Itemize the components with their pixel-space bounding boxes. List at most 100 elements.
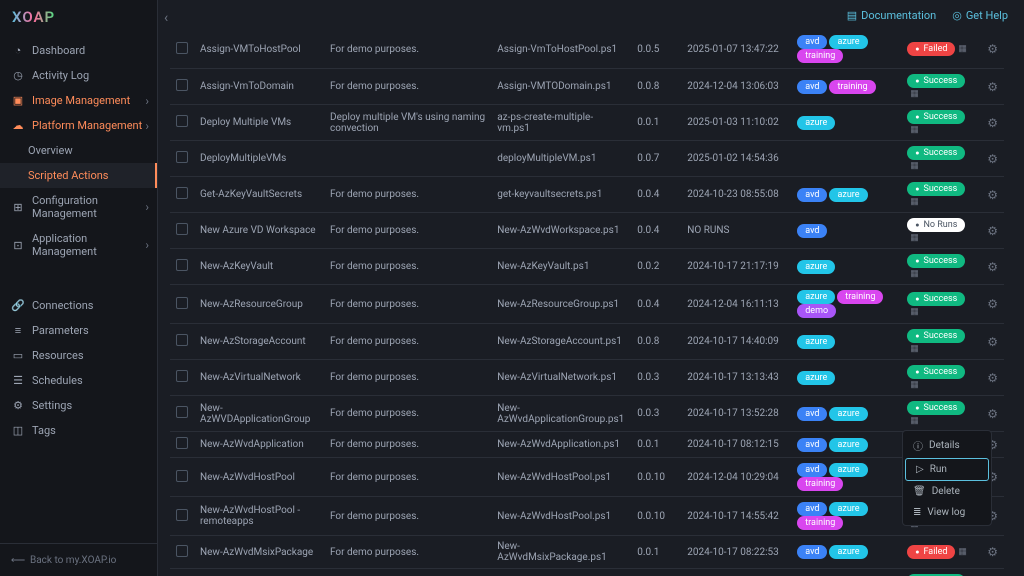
log-icon[interactable]: ▦	[910, 233, 919, 243]
nav-item-parameters[interactable]: ≡Parameters	[0, 318, 157, 343]
log-icon[interactable]: ▦	[910, 125, 919, 135]
nav-item-configuration-management[interactable]: ⊞Configuration Management	[0, 188, 157, 226]
status-cell: Success▦	[901, 141, 981, 177]
ctx-icon: ⓘ	[913, 438, 923, 453]
table-row[interactable]: New-AzResourceGroupFor demo purposes.New…	[170, 285, 1004, 324]
row-checkbox[interactable]	[176, 470, 188, 482]
ctx-run[interactable]: ▷Run	[905, 458, 989, 481]
nav-item-schedules[interactable]: ☰Schedules	[0, 368, 157, 393]
log-icon[interactable]: ▦	[910, 307, 919, 317]
nav-item-settings[interactable]: ⚙Settings	[0, 393, 157, 418]
ctx-delete[interactable]: 🗑Delete	[903, 481, 991, 502]
ctx-details[interactable]: ⓘDetails	[903, 433, 991, 458]
status-badge: Success	[907, 254, 965, 268]
nav-item-platform-management[interactable]: ☁Platform Management	[0, 113, 157, 138]
row-actions-icon[interactable]: ⚙	[987, 42, 998, 56]
tag-azure: azure	[829, 188, 867, 202]
log-icon[interactable]: ▦	[958, 547, 967, 557]
row-actions-icon[interactable]: ⚙	[987, 152, 998, 166]
desc-cell: For demo purposes.	[324, 396, 491, 432]
collapse-sidebar-icon[interactable]: ‹	[164, 10, 168, 26]
row-actions-icon[interactable]: ⚙	[987, 371, 998, 385]
nav-item-tags[interactable]: ◫Tags	[0, 418, 157, 443]
status-badge: Success	[907, 329, 965, 343]
row-checkbox[interactable]	[176, 187, 188, 199]
tag-avd: avd	[797, 80, 827, 94]
log-icon[interactable]: ▦	[910, 197, 919, 207]
version-cell: 0.0.10	[631, 458, 681, 497]
row-checkbox[interactable]	[176, 259, 188, 271]
logo[interactable]: XOAP	[0, 0, 157, 34]
nav-item-application-management[interactable]: ⊡Application Management	[0, 226, 157, 264]
row-actions-icon[interactable]: ⚙	[987, 260, 998, 274]
row-checkbox[interactable]	[176, 42, 188, 54]
row-actions-icon[interactable]: ⚙	[987, 224, 998, 238]
nav-item-image-management[interactable]: ▣Image Management	[0, 88, 157, 113]
table-row[interactable]: Get-AzKeyVaultSecretsFor demo purposes.g…	[170, 177, 1004, 213]
table-row[interactable]: DeployMultipleVMsdeployMultipleVM.ps10.0…	[170, 141, 1004, 177]
log-icon[interactable]: ▦	[910, 89, 919, 99]
nav-item-scripted-actions[interactable]: Scripted Actions	[0, 163, 157, 188]
table-row[interactable]: New Azure VD WorkspaceFor demo purposes.…	[170, 213, 1004, 249]
table-row[interactable]: Deploy Multiple VMsDeploy multiple VM's …	[170, 105, 1004, 141]
tags-cell: avdazuretraining	[791, 458, 901, 497]
tags-cell: azuretrainingdemo	[791, 285, 901, 324]
nav-item-dashboard[interactable]: ◔Dashboard	[0, 38, 157, 63]
version-cell: 0.0.3	[631, 360, 681, 396]
row-actions-icon[interactable]: ⚙	[987, 545, 998, 559]
row-checkbox[interactable]	[176, 406, 188, 418]
row-actions-icon[interactable]: ⚙	[987, 188, 998, 202]
status-badge: Failed	[907, 42, 955, 56]
log-icon[interactable]: ▦	[958, 44, 967, 54]
table-row[interactable]: Assign-VmToDomainFor demo purposes.Assig…	[170, 69, 1004, 105]
ctx-icon: ▷	[916, 464, 924, 475]
table-row[interactable]: New-AzWVDApplicationGroupFor demo purpos…	[170, 396, 1004, 432]
log-icon[interactable]: ▦	[910, 344, 919, 354]
table-row[interactable]: New-AzWvdApplicationFor demo purposes.Ne…	[170, 432, 1004, 458]
documentation-link[interactable]: ▤Documentation	[847, 9, 936, 22]
nav-label: Scripted Actions	[28, 169, 108, 182]
name-cell: New Azure VD Workspace	[194, 213, 324, 249]
row-checkbox[interactable]	[176, 151, 188, 163]
row-checkbox[interactable]	[176, 370, 188, 382]
desc-cell: For demo purposes.	[324, 324, 491, 360]
log-icon[interactable]: ▦	[910, 269, 919, 279]
row-actions-icon[interactable]: ⚙	[987, 116, 998, 130]
table-row[interactable]: New-AzStorageAccountFor demo purposes.Ne…	[170, 324, 1004, 360]
row-actions-icon[interactable]: ⚙	[987, 297, 998, 311]
version-cell: 0.0.8	[631, 69, 681, 105]
log-icon[interactable]: ▦	[910, 380, 919, 390]
lastrun-cell: 2024-10-17 08:22:53	[681, 536, 791, 569]
nav-item-overview[interactable]: Overview	[0, 138, 157, 163]
table-row[interactable]: New-AzWvdRegistrationFor demo purposes.N…	[170, 569, 1004, 576]
nav-icon: ⚙	[12, 399, 24, 411]
table-row[interactable]: New-AzKeyVaultFor demo purposes.New-AzKe…	[170, 249, 1004, 285]
nav-item-activity-log[interactable]: ◷Activity Log	[0, 63, 157, 88]
table-row[interactable]: New-AzWvdHostPool - remoteappsFor demo p…	[170, 497, 1004, 536]
row-checkbox[interactable]	[176, 437, 188, 449]
row-checkbox[interactable]	[176, 115, 188, 127]
log-icon[interactable]: ▦	[910, 416, 919, 426]
version-cell: 0.0.5	[631, 30, 681, 69]
row-checkbox[interactable]	[176, 223, 188, 235]
back-icon: ⟵	[12, 554, 24, 566]
lastrun-cell: 2025-01-03 11:10:02	[681, 105, 791, 141]
log-icon[interactable]: ▦	[910, 161, 919, 171]
table-row[interactable]: New-AzWvdHostPoolFor demo purposes.New-A…	[170, 458, 1004, 497]
table-row[interactable]: New-AzVirtualNetworkFor demo purposes.Ne…	[170, 360, 1004, 396]
nav-item-resources[interactable]: ▭Resources	[0, 343, 157, 368]
table-row[interactable]: New-AzWvdMsixPackageFor demo purposes.Ne…	[170, 536, 1004, 569]
row-actions-icon[interactable]: ⚙	[987, 80, 998, 94]
row-checkbox[interactable]	[176, 545, 188, 557]
ctx-view-log[interactable]: ≣View log	[903, 502, 991, 523]
nav-item-connections[interactable]: 🔗Connections	[0, 293, 157, 318]
row-checkbox[interactable]	[176, 334, 188, 346]
table-row[interactable]: Assign-VMToHostPoolFor demo purposes.Ass…	[170, 30, 1004, 69]
back-link[interactable]: ⟵ Back to my.XOAP.io	[0, 543, 157, 576]
help-link[interactable]: ◎Get Help	[952, 9, 1008, 22]
row-checkbox[interactable]	[176, 509, 188, 521]
row-actions-icon[interactable]: ⚙	[987, 335, 998, 349]
row-checkbox[interactable]	[176, 297, 188, 309]
row-checkbox[interactable]	[176, 79, 188, 91]
row-actions-icon[interactable]: ⚙	[987, 407, 998, 421]
